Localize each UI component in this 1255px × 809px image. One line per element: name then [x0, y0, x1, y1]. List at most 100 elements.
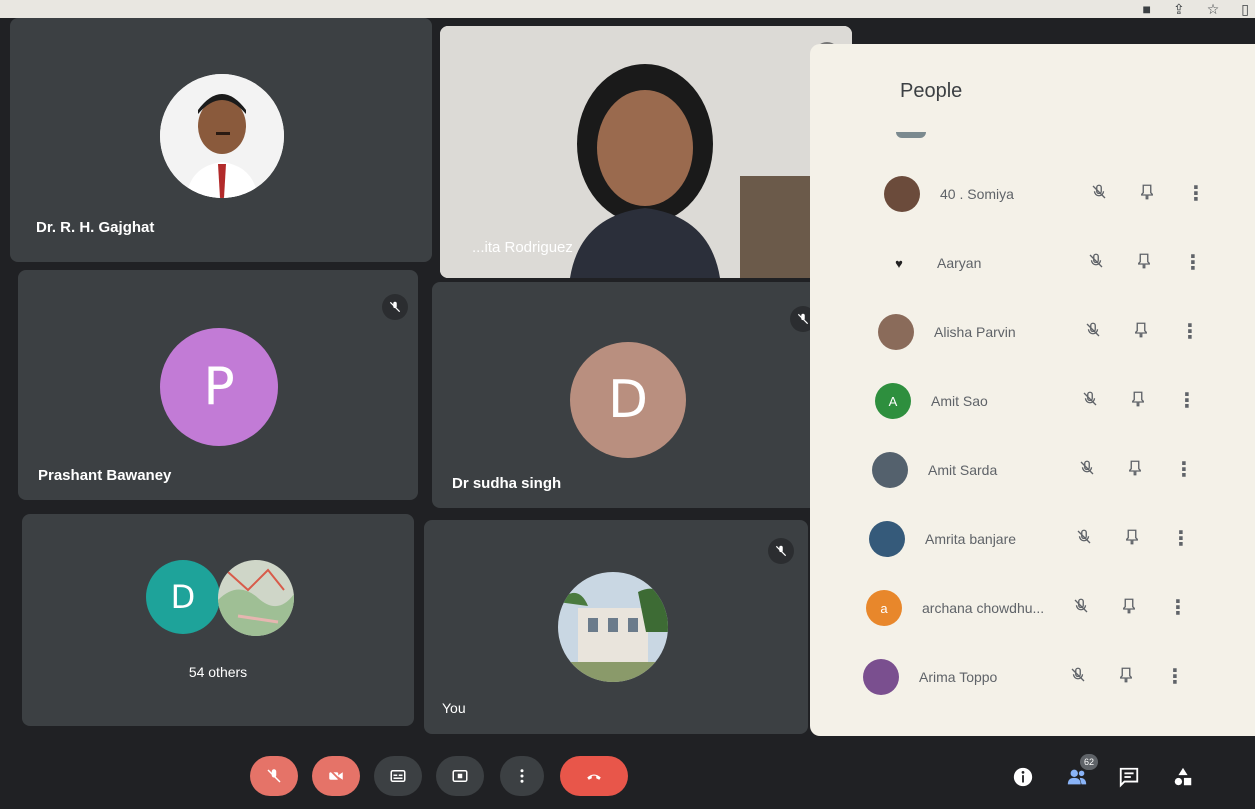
participant-avatar	[884, 176, 920, 212]
participant-row[interactable]: ♥ Aaryan ⋮	[881, 243, 1203, 283]
chat-icon	[1119, 767, 1139, 788]
more-options-icon[interactable]: ⋮	[1165, 667, 1185, 687]
participant-avatar	[869, 521, 905, 557]
participant-row[interactable]: Amrita banjare ⋮	[869, 519, 1191, 559]
avatar: D	[570, 342, 686, 458]
more-options-icon[interactable]: ⋮	[1183, 253, 1203, 273]
avatar: D	[146, 560, 220, 634]
participant-avatar	[872, 452, 908, 488]
participant-name: Aaryan	[937, 255, 982, 271]
mic-muted-icon[interactable]	[1069, 666, 1087, 689]
present-button[interactable]	[436, 756, 484, 796]
browser-toolbar: ■ ⇪ ☆ ▯	[0, 0, 1255, 18]
mic-muted-icon[interactable]	[1072, 597, 1090, 620]
others-count-label: 54 others	[188, 664, 248, 680]
more-options-icon[interactable]: ⋮	[1174, 460, 1194, 480]
mic-muted-icon[interactable]	[1084, 321, 1102, 344]
pin-icon[interactable]	[1117, 666, 1135, 689]
participant-row[interactable]: Arima Toppo ⋮	[863, 657, 1185, 697]
pin-icon[interactable]	[1129, 390, 1147, 413]
hang-up-icon	[587, 774, 601, 780]
avatar-photo	[218, 560, 294, 636]
avatar-initial: P	[203, 357, 235, 417]
more-options-icon[interactable]: ⋮	[1168, 598, 1188, 618]
participant-avatar	[863, 659, 899, 695]
participant-name: Dr. R. H. Gajghat	[36, 219, 155, 236]
star-icon[interactable]: ☆	[1207, 1, 1220, 18]
participant-row[interactable]: A Amit Sao ⋮	[875, 381, 1197, 421]
people-panel: People 40 . Somiya ⋮ ♥ Aaryan ⋮ Alisha Parvin…	[810, 44, 1255, 736]
mic-muted-icon[interactable]	[1090, 183, 1108, 206]
more-options-icon[interactable]: ⋮	[1186, 184, 1206, 204]
self-tile[interactable]: You	[424, 520, 808, 734]
browser-icons: ■ ⇪ ☆ ▯	[1143, 0, 1249, 18]
share-icon[interactable]: ⇪	[1173, 1, 1185, 18]
mic-muted-icon[interactable]	[1087, 252, 1105, 275]
captions-button[interactable]	[374, 756, 422, 796]
meeting-controls: 62	[0, 736, 1255, 809]
participant-name: Amit Sao	[931, 393, 988, 409]
participant-count-badge: 62	[1080, 754, 1098, 770]
mic-muted-icon	[382, 294, 408, 320]
activities-button[interactable]	[1170, 764, 1196, 790]
participant-name: Amit Sarda	[928, 462, 998, 478]
participant-name: Prashant Bawaney	[38, 467, 172, 484]
present-icon	[452, 770, 468, 782]
people-button[interactable]: 62	[1064, 754, 1098, 790]
participant-tile[interactable]: P Prashant Bawaney	[18, 270, 418, 500]
pin-icon[interactable]	[1135, 252, 1153, 275]
chat-button[interactable]	[1116, 764, 1142, 790]
window-icon[interactable]: ▯	[1241, 1, 1249, 18]
avatar: P	[160, 328, 278, 446]
meeting-window: ■ ⇪ ☆ ▯ Dr. R. H. Gajghat ...ita Rodrigu…	[0, 0, 1255, 809]
participant-name: Alisha Parvin	[934, 324, 1016, 340]
participant-name: 40 . Somiya	[940, 186, 1014, 202]
mic-toggle-button[interactable]	[250, 756, 298, 796]
participant-name: archana chowdhu...	[922, 600, 1045, 616]
participant-avatar-initial: a	[880, 600, 888, 616]
participant-avatar: a	[866, 590, 902, 626]
participant-name: Amrita banjare	[925, 531, 1017, 547]
participant-tile[interactable]: ...ita Rodriguez	[440, 26, 852, 278]
camera-toggle-button[interactable]	[312, 756, 360, 796]
participant-avatar: ♥	[881, 245, 917, 281]
activities-icon	[1174, 767, 1192, 786]
participant-name: You	[442, 700, 466, 716]
leave-call-button[interactable]	[560, 756, 628, 796]
pin-icon[interactable]	[1138, 183, 1156, 206]
participant-tile[interactable]: D Dr sudha singh	[432, 282, 828, 508]
participant-name: Dr sudha singh	[452, 475, 562, 492]
participant-row[interactable]: 40 . Somiya ⋮	[884, 174, 1206, 214]
pin-icon[interactable]	[1126, 459, 1144, 482]
participant-row[interactable]: a archana chowdhu... ⋮	[866, 588, 1188, 628]
more-options-button[interactable]	[500, 756, 544, 796]
participant-avatar-initial: ♥	[895, 255, 903, 271]
participant-name: ...ita Rodriguez	[472, 239, 573, 256]
mic-muted-icon	[768, 538, 794, 564]
profile-photo	[160, 74, 284, 198]
avatar-initial: D	[607, 370, 649, 430]
more-options-icon	[520, 769, 524, 783]
mic-muted-icon[interactable]	[1078, 459, 1096, 482]
others-tile[interactable]: D 54 others	[22, 514, 414, 726]
participant-name: Arima Toppo	[919, 669, 998, 685]
self-avatar-photo	[558, 572, 668, 682]
more-options-icon[interactable]: ⋮	[1171, 529, 1191, 549]
meeting-info-button[interactable]	[1010, 764, 1036, 790]
mic-muted-icon[interactable]	[1081, 390, 1099, 413]
mic-muted-icon[interactable]	[1075, 528, 1093, 551]
participant-row[interactable]: Alisha Parvin ⋮	[878, 312, 1200, 352]
pin-icon[interactable]	[1120, 597, 1138, 620]
more-options-icon[interactable]: ⋮	[1177, 391, 1197, 411]
pin-icon[interactable]	[1123, 528, 1141, 551]
participant-tile[interactable]: Dr. R. H. Gajghat	[10, 18, 432, 262]
participant-avatar: A	[875, 383, 911, 419]
avatar-initial: D	[170, 578, 196, 616]
more-options-icon[interactable]: ⋮	[1180, 322, 1200, 342]
pin-icon[interactable]	[1132, 321, 1150, 344]
panel-divider	[896, 132, 926, 138]
captions-icon	[390, 770, 406, 782]
mic-off-icon	[267, 769, 281, 783]
participant-row[interactable]: Amit Sarda ⋮	[872, 450, 1194, 490]
camera-icon[interactable]: ■	[1143, 1, 1151, 17]
